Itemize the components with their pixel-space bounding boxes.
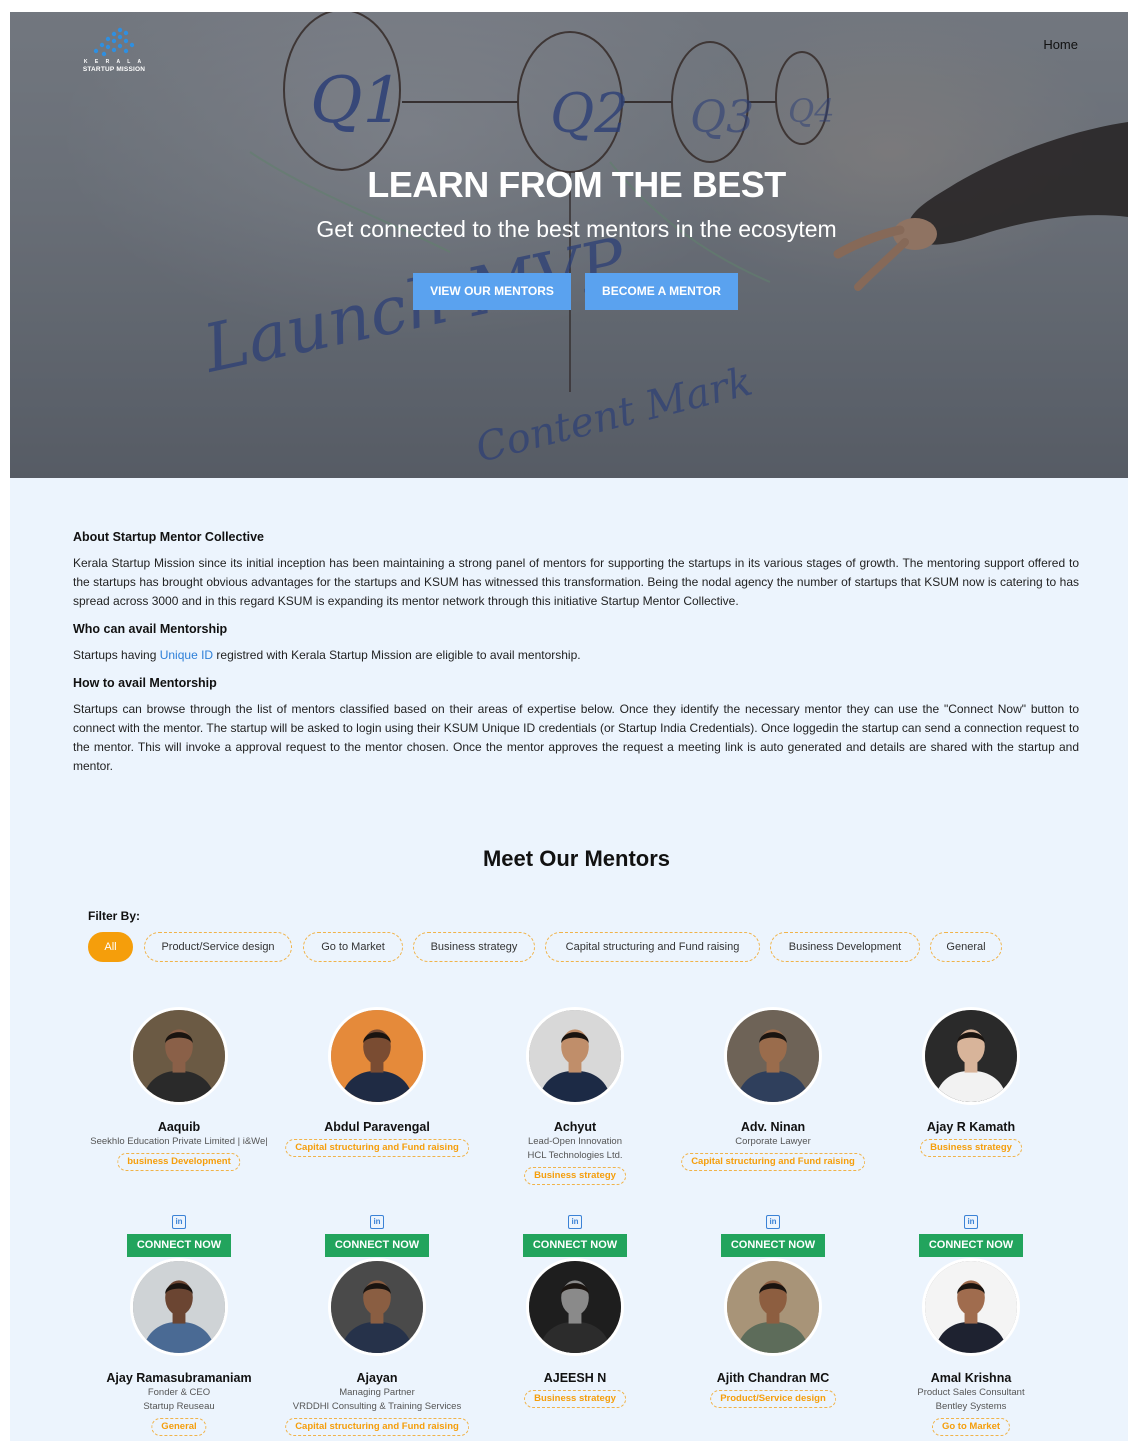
mentor-avatar — [130, 1258, 228, 1356]
mentor-avatar — [724, 1258, 822, 1356]
filter-all[interactable]: All — [88, 932, 133, 962]
filter-business-development[interactable]: Business Development — [770, 932, 920, 962]
who-can-avail-heading: Who can avail Mentorship — [73, 622, 228, 636]
meet-our-mentors-title: Meet Our Mentors — [482, 846, 671, 871]
mentor-avatar — [724, 1007, 822, 1105]
mentor-detail: Product Sales Consultant — [917, 1387, 1025, 1398]
mentor-expertise-tag: Capital structuring and Fund raising — [285, 1418, 469, 1436]
mentor-name: Ajith Chandran MC — [716, 1371, 830, 1385]
mentor-detail: Lead-Open Innovation — [527, 1136, 623, 1147]
mentor-name: Ajay Ramasubramaniam — [106, 1371, 252, 1385]
mentor-expertise-tag: Capital structuring and Fund raising — [681, 1153, 865, 1171]
who-can-avail-paragraph: Startups having Unique ID registred with… — [73, 646, 1079, 665]
mentor-name: Abdul Paravengal — [324, 1120, 430, 1134]
mentor-expertise-tag: Capital structuring and Fund raising — [285, 1139, 469, 1157]
mentor-name: Ajay R Kamath — [926, 1120, 1016, 1134]
logo-icon — [93, 27, 135, 57]
connect-now-button[interactable]: CONNECT NOW — [721, 1234, 825, 1257]
mentor-expertise-tag: Business strategy — [524, 1390, 626, 1408]
mentor-expertise-tag: Business strategy — [920, 1139, 1022, 1157]
mentor-detail: VRDDHI Consulting & Training Services — [292, 1401, 462, 1412]
mentor-detail: Seekhlo Education Private Limited | i&We… — [90, 1136, 268, 1147]
filter-go-to-market[interactable]: Go to Market — [303, 932, 403, 962]
about-section: About Startup Mentor Collective Kerala S… — [73, 528, 1079, 785]
filter-product-service-design[interactable]: Product/Service design — [144, 932, 292, 962]
mentor-name: AJEESH N — [543, 1371, 607, 1385]
filter-label: Filter By: — [88, 909, 141, 923]
filter-general[interactable]: General — [930, 932, 1002, 962]
mentor-detail: HCL Technologies Ltd. — [527, 1150, 623, 1161]
hero-subtitle: Get connected to the best mentors in the… — [316, 216, 837, 242]
connect-now-button[interactable]: CONNECT NOW — [919, 1234, 1023, 1257]
page: Q1 Q2 Q3 Q4 Launch MVP Content Mark K E … — [10, 12, 1128, 1441]
connect-now-button[interactable]: CONNECT NOW — [523, 1234, 627, 1257]
mentor-avatar — [328, 1258, 426, 1356]
mentor-detail: Bentley Systems — [935, 1401, 1007, 1412]
become-a-mentor-button[interactable]: BECOME A MENTOR — [585, 273, 738, 310]
mentor-detail: Startup Reuseau — [143, 1401, 215, 1412]
filter-capital-structuring[interactable]: Capital structuring and Fund raising — [545, 932, 760, 962]
mentor-expertise-tag: business Development — [117, 1153, 241, 1171]
mentor-name: Amal Krishna — [930, 1371, 1012, 1385]
mentor-detail: Managing Partner — [339, 1387, 415, 1398]
linkedin-icon[interactable]: in — [568, 1215, 582, 1229]
mentor-avatar — [526, 1258, 624, 1356]
how-to-avail-heading: How to avail Mentorship — [73, 676, 217, 690]
about-heading: About Startup Mentor Collective — [73, 530, 264, 544]
ksum-logo[interactable]: K E R A L A STARTUP MISSION — [74, 26, 154, 73]
linkedin-icon[interactable]: in — [370, 1215, 384, 1229]
mentor-avatar — [130, 1007, 228, 1105]
who-text-pre: Startups having — [73, 648, 160, 662]
view-our-mentors-button[interactable]: VIEW OUR MENTORS — [413, 273, 571, 310]
linkedin-icon[interactable]: in — [172, 1215, 186, 1229]
logo-kerala-text: K E R A L A — [83, 59, 145, 65]
linkedin-icon[interactable]: in — [766, 1215, 780, 1229]
mentor-name: Ajayan — [356, 1371, 398, 1385]
hero-overlay — [10, 12, 1128, 478]
filter-business-strategy[interactable]: Business strategy — [413, 932, 535, 962]
mentor-name: Achyut — [553, 1120, 597, 1134]
linkedin-icon[interactable]: in — [964, 1215, 978, 1229]
about-paragraph: Kerala Startup Mission since its initial… — [73, 556, 1079, 608]
mentor-name: Aaquib — [157, 1120, 201, 1134]
mentor-avatar — [328, 1007, 426, 1105]
hero-title: LEARN FROM THE BEST — [367, 164, 786, 205]
mentor-avatar — [922, 1007, 1020, 1105]
mentor-expertise-tag: General — [151, 1418, 207, 1436]
connect-now-button[interactable]: CONNECT NOW — [325, 1234, 429, 1257]
mentor-expertise-tag: Business strategy — [524, 1167, 626, 1185]
mentor-avatar — [526, 1007, 624, 1105]
connect-now-button[interactable]: CONNECT NOW — [127, 1234, 231, 1257]
mentor-detail: Corporate Lawyer — [735, 1136, 811, 1147]
mentor-expertise-tag: Go to Market — [931, 1418, 1011, 1436]
mentor-avatar — [922, 1258, 1020, 1356]
mentor-name: Adv. Ninan — [740, 1120, 806, 1134]
nav-home-link[interactable]: Home — [1043, 37, 1078, 52]
mentor-detail: Fonder & CEO — [147, 1387, 211, 1398]
hero-banner: Q1 Q2 Q3 Q4 Launch MVP Content Mark K E … — [10, 12, 1128, 478]
how-to-avail-paragraph: Startups can browse through the list of … — [73, 702, 1079, 773]
mentor-expertise-tag: Product/Service design — [710, 1390, 836, 1408]
unique-id-link[interactable]: Unique ID — [160, 648, 213, 662]
logo-name-text: STARTUP MISSION — [82, 66, 146, 73]
who-text-post: registred with Kerala Startup Mission ar… — [213, 648, 581, 662]
